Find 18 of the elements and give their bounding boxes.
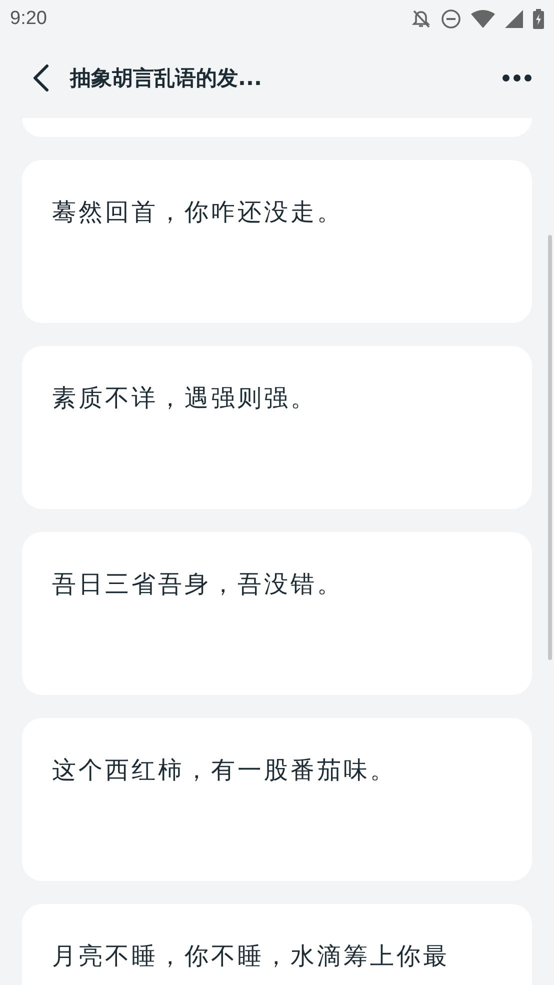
do-not-disturb-icon — [441, 9, 461, 29]
status-time: 9:20 — [10, 8, 47, 30]
more-icon[interactable] — [502, 74, 532, 82]
bell-off-icon — [411, 9, 431, 29]
text-card[interactable]: 蓦然回首，你咋还没走。 — [22, 160, 532, 323]
page-title: 抽象胡言乱语的发... — [70, 65, 263, 92]
card-text: 吾日三省吾身，吾没错。 — [52, 569, 344, 600]
signal-icon — [505, 10, 523, 28]
text-card[interactable]: 吾日三省吾身，吾没错。 — [22, 532, 532, 695]
card-text: 月亮不睡，你不睡，水滴筹上你最 — [52, 941, 450, 972]
wifi-icon — [471, 10, 495, 28]
text-card[interactable]: 这个西红柿，有一股番茄味。 — [22, 718, 532, 881]
card-text: 这个西红柿，有一股番茄味。 — [52, 755, 398, 786]
text-card[interactable]: 月亮不睡，你不睡，水滴筹上你最 — [22, 904, 532, 985]
card-text: 蓦然回首，你咋还没走。 — [52, 197, 344, 228]
battery-icon — [533, 9, 544, 29]
card-text: 素质不详，遇强则强。 — [52, 383, 318, 414]
text-card[interactable]: 素质不详，遇强则强。 — [22, 346, 532, 509]
